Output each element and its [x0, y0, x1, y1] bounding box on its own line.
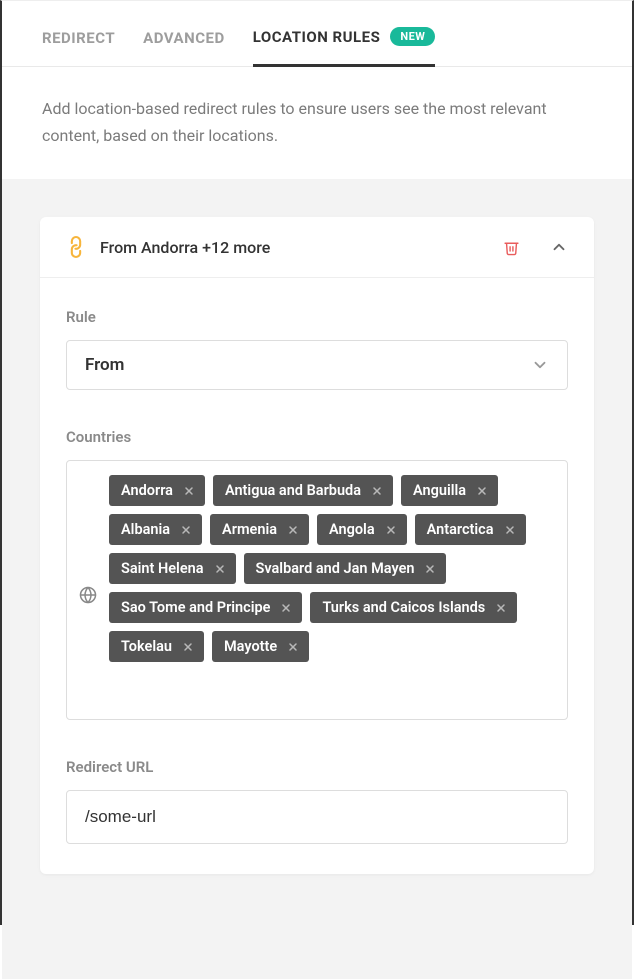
close-icon[interactable]: [183, 485, 195, 497]
country-chip-label: Antigua and Barbuda: [225, 482, 361, 499]
close-icon[interactable]: [287, 641, 299, 653]
country-chip: Saint Helena: [109, 553, 236, 584]
country-chip: Turks and Caicos Islands: [310, 592, 517, 623]
redirect-url-input[interactable]: [66, 790, 568, 844]
close-icon[interactable]: [424, 563, 436, 575]
card-header[interactable]: From Andorra +12 more: [40, 217, 594, 278]
country-chip: Andorra: [109, 475, 205, 506]
close-icon[interactable]: [495, 602, 507, 614]
card-title: From Andorra +12 more: [100, 238, 503, 257]
country-chip: Armenia: [210, 514, 309, 545]
country-chip: Sao Tome and Principe: [109, 592, 302, 623]
country-chip-label: Tokelau: [121, 638, 172, 655]
country-chip: Anguilla: [401, 475, 498, 506]
country-chip: Tokelau: [109, 631, 204, 662]
country-chip: Mayotte: [212, 631, 309, 662]
country-chip-label: Turks and Caicos Islands: [322, 599, 485, 616]
country-chip: Albania: [109, 514, 202, 545]
tabs-bar: REDIRECT ADVANCED LOCATION RULES NEW: [2, 1, 632, 67]
close-icon[interactable]: [180, 524, 192, 536]
content-area: From Andorra +12 more Rule From Countrie…: [2, 179, 632, 979]
close-icon[interactable]: [504, 524, 516, 536]
country-chip-label: Svalbard and Jan Mayen: [256, 560, 415, 577]
country-chip-label: Sao Tome and Principe: [121, 599, 270, 616]
country-chip-label: Andorra: [121, 482, 173, 499]
new-badge: NEW: [390, 27, 435, 46]
close-icon[interactable]: [214, 563, 226, 575]
close-icon[interactable]: [371, 485, 383, 497]
country-chip-label: Antarctica: [427, 521, 494, 538]
country-chip: Antarctica: [415, 514, 526, 545]
link-icon: [62, 233, 90, 261]
close-icon[interactable]: [476, 485, 488, 497]
rule-card: From Andorra +12 more Rule From Countrie…: [40, 217, 594, 874]
country-chip-label: Saint Helena: [121, 560, 204, 577]
redirect-url-label: Redirect URL: [66, 758, 568, 776]
country-chip: Svalbard and Jan Mayen: [244, 553, 447, 584]
country-chip: Angola: [317, 514, 407, 545]
globe-icon: [79, 586, 97, 604]
country-chip-label: Albania: [121, 521, 170, 538]
close-icon[interactable]: [280, 602, 292, 614]
countries-input[interactable]: Andorra Antigua and Barbuda Anguilla Albani…: [66, 460, 568, 720]
description-text: Add location-based redirect rules to ens…: [2, 67, 632, 179]
close-icon[interactable]: [385, 524, 397, 536]
close-icon[interactable]: [287, 524, 299, 536]
chevron-down-icon: [531, 356, 549, 374]
tab-advanced[interactable]: ADVANCED: [143, 29, 225, 65]
rule-selected-value: From: [85, 355, 124, 375]
tab-redirect[interactable]: REDIRECT: [42, 29, 115, 65]
country-chip-label: Anguilla: [413, 482, 466, 499]
tab-location-rules[interactable]: LOCATION RULES NEW: [253, 27, 436, 67]
close-icon[interactable]: [182, 641, 194, 653]
country-chip-label: Mayotte: [224, 638, 277, 655]
tab-location-rules-label: LOCATION RULES: [253, 28, 381, 46]
country-chip-label: Angola: [329, 521, 375, 538]
rule-label: Rule: [66, 308, 568, 326]
card-body: Rule From Countries Andorra Antigua and B…: [40, 278, 594, 874]
country-chip-label: Armenia: [222, 521, 277, 538]
trash-icon[interactable]: [503, 239, 520, 256]
country-chip: Antigua and Barbuda: [213, 475, 393, 506]
chevron-up-icon[interactable]: [550, 238, 568, 256]
rule-select[interactable]: From: [66, 340, 568, 390]
countries-label: Countries: [66, 428, 568, 446]
